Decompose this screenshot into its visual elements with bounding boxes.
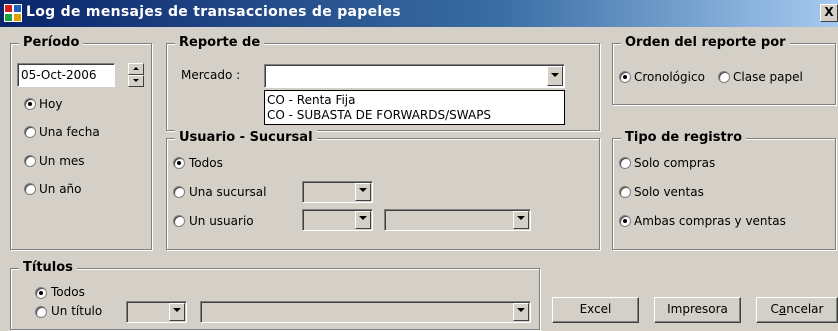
periodo-legend: Período xyxy=(19,35,84,50)
titulo-type-select[interactable] xyxy=(126,301,187,323)
impresora-button[interactable]: Impresora xyxy=(654,297,741,323)
excel-button[interactable]: Excel xyxy=(552,297,639,323)
radio-ambas[interactable] xyxy=(619,215,631,227)
usuario-select[interactable] xyxy=(302,209,373,231)
mercado-option[interactable]: CO - SUBASTA DE FORWARDS/SWAPS xyxy=(267,108,491,122)
radio-titulos-todos-label: Todos xyxy=(51,285,85,299)
radio-solo-ventas[interactable] xyxy=(619,186,631,198)
chevron-down-icon[interactable] xyxy=(513,303,529,321)
usuario-name-select[interactable] xyxy=(384,209,531,231)
titulo-select[interactable] xyxy=(200,301,531,323)
radio-un-titulo-label: Un título xyxy=(51,304,103,318)
cancelar-button[interactable]: Cancelar xyxy=(756,297,838,323)
radio-solo-compras[interactable] xyxy=(619,157,631,169)
radio-una-fecha-label: Una fecha xyxy=(39,125,100,139)
radio-una-sucursal-label: Una sucursal xyxy=(189,185,267,199)
mercado-option[interactable]: CO - Renta Fija xyxy=(267,93,356,107)
window-title: Log de mensajes de transacciones de pape… xyxy=(26,4,401,20)
radio-un-mes[interactable] xyxy=(24,155,36,167)
radio-clase-papel-label: Clase papel xyxy=(733,70,803,84)
radio-un-titulo[interactable] xyxy=(35,306,47,318)
cancelar-label-post: ncelar xyxy=(786,302,824,316)
close-button[interactable]: X xyxy=(820,4,838,22)
radio-hoy[interactable] xyxy=(24,98,36,110)
radio-un-ano-label: Un año xyxy=(39,182,82,196)
radio-hoy-label: Hoy xyxy=(39,97,63,111)
orden-legend: Orden del reporte por xyxy=(621,35,790,50)
chevron-down-icon[interactable] xyxy=(355,183,371,201)
chevron-down-icon[interactable] xyxy=(547,66,563,86)
chevron-down-icon[interactable] xyxy=(355,211,371,229)
radio-solo-compras-label: Solo compras xyxy=(634,156,716,170)
sucursal-select[interactable] xyxy=(302,181,373,203)
radio-clase-papel[interactable] xyxy=(718,71,730,83)
radio-cronologico-label: Cronológico xyxy=(634,70,705,84)
radio-una-sucursal[interactable] xyxy=(173,186,185,198)
radio-cronologico[interactable] xyxy=(619,71,631,83)
app-icon xyxy=(4,4,22,22)
spin-down-icon[interactable] xyxy=(128,75,144,87)
date-spinner[interactable] xyxy=(128,63,144,87)
title-bar: Log de mensajes de transacciones de pape… xyxy=(0,0,838,27)
radio-ambas-label: Ambas compras y ventas xyxy=(634,214,786,228)
radio-una-fecha[interactable] xyxy=(24,126,36,138)
date-field[interactable]: 05-Oct-2006 xyxy=(17,63,115,87)
chevron-down-icon[interactable] xyxy=(513,211,529,229)
mercado-label: Mercado : xyxy=(181,68,241,82)
radio-usuario-todos[interactable] xyxy=(173,157,185,169)
usuario-legend: Usuario - Sucursal xyxy=(175,130,317,145)
radio-un-ano[interactable] xyxy=(24,183,36,195)
mercado-dropdown-list: CO - Renta Fija CO - SUBASTA DE FORWARDS… xyxy=(264,90,565,125)
radio-un-usuario-label: Un usuario xyxy=(189,214,254,228)
mercado-select[interactable] xyxy=(264,64,565,88)
radio-un-usuario[interactable] xyxy=(173,215,185,227)
radio-solo-ventas-label: Solo ventas xyxy=(634,185,704,199)
date-value: 05-Oct-2006 xyxy=(21,68,97,82)
radio-titulos-todos[interactable] xyxy=(35,287,47,299)
tipo-legend: Tipo de registro xyxy=(621,130,747,145)
reporte-legend: Reporte de xyxy=(175,35,265,50)
radio-un-mes-label: Un mes xyxy=(39,154,85,168)
chevron-down-icon[interactable] xyxy=(169,303,185,321)
spin-up-icon[interactable] xyxy=(128,63,144,75)
radio-usuario-todos-label: Todos xyxy=(189,156,223,170)
cancelar-label-pre: C xyxy=(770,302,779,316)
titulos-legend: Títulos xyxy=(19,260,77,275)
